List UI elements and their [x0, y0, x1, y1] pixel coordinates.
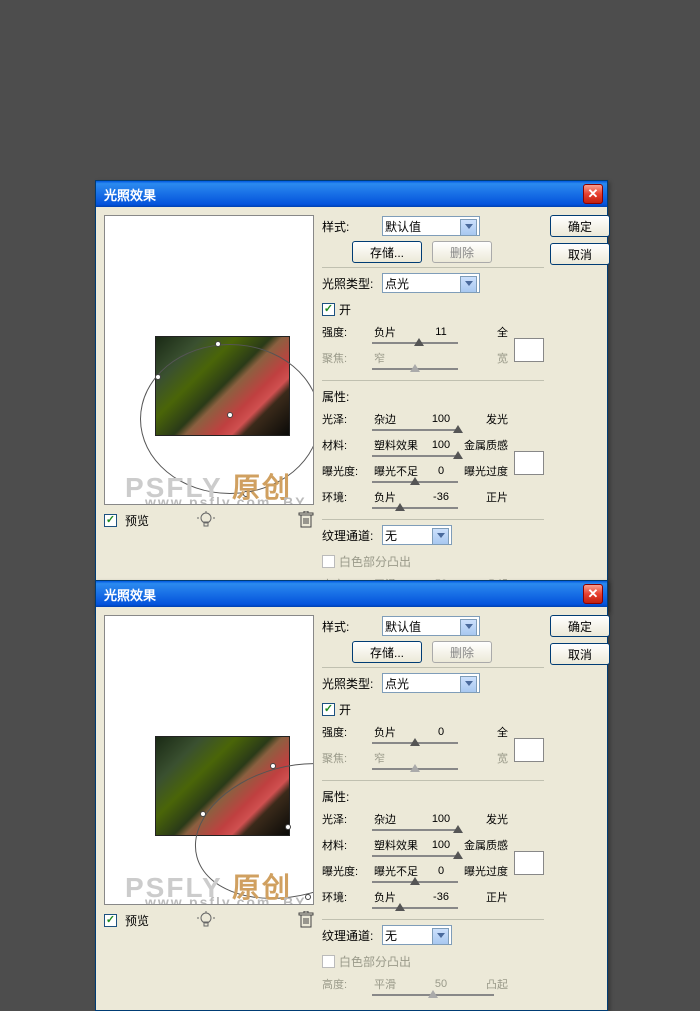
preview-label: 预览 [125, 912, 149, 929]
gloss-slider[interactable] [372, 829, 458, 831]
preview-checkbox[interactable] [104, 914, 117, 927]
watermark: www.psfly.com BY ARLEE [145, 494, 313, 505]
light-handle[interactable] [155, 374, 161, 380]
preview-column: PSFLY 原创教程 www.psfly.com BY ARLEE 预览 [104, 615, 314, 1002]
delete-button[interactable]: 删除 [432, 241, 492, 263]
watermark: www.psfly.com BY ARLEE [145, 894, 313, 905]
preview-frame[interactable]: PSFLY 原创教程 www.psfly.com BY ARLEE [104, 215, 314, 505]
preview-toolbar: 预览 [104, 511, 314, 529]
light-handle[interactable] [270, 763, 276, 769]
save-button[interactable]: 存储... [352, 641, 422, 663]
style-select[interactable]: 默认值 [382, 616, 480, 636]
preview-label: 预览 [125, 512, 149, 529]
exposure-label: 曝光度: [322, 463, 372, 479]
style-select[interactable]: 默认值 [382, 216, 480, 236]
texture-select[interactable]: 无 [382, 525, 452, 545]
exposure-slider[interactable] [372, 881, 458, 883]
on-label: 开 [339, 701, 351, 718]
height-slider [372, 994, 494, 996]
on-checkbox[interactable] [322, 703, 335, 716]
preview-checkbox[interactable] [104, 514, 117, 527]
focus-label: 聚焦: [322, 350, 372, 366]
light-color-swatch[interactable] [514, 338, 544, 362]
preview-column: PSFLY 原创教程 www.psfly.com BY ARLEE 预览 [104, 215, 314, 602]
ambience-color-swatch[interactable] [514, 451, 544, 475]
delete-button[interactable]: 删除 [432, 641, 492, 663]
properties-label: 属性: [322, 388, 349, 405]
light-color-swatch[interactable] [514, 738, 544, 762]
bulb-icon[interactable] [197, 511, 215, 529]
lighting-effects-dialog-1: 光照效果 ✕ PSFLY 原创教程 www.psfly.com BY ARLEE… [95, 180, 608, 611]
intensity-slider[interactable] [372, 342, 458, 344]
style-label: 样式: [322, 618, 378, 635]
close-icon[interactable]: ✕ [583, 584, 603, 604]
titlebar[interactable]: 光照效果 ✕ [96, 581, 607, 607]
close-icon[interactable]: ✕ [583, 184, 603, 204]
cancel-button[interactable]: 取消 [550, 243, 610, 265]
height-label: 高度: [322, 976, 372, 992]
dialog-body: PSFLY 原创教程 www.psfly.com BY ARLEE 预览 样式:… [96, 607, 607, 1010]
intensity-label: 强度: [322, 324, 372, 340]
controls-column: 样式: 默认值 存储... 删除 光照类型: 点光 开 强度:负片11全 [322, 215, 610, 602]
texture-label: 纹理通道: [322, 927, 378, 944]
save-button[interactable]: 存储... [352, 241, 422, 263]
material-slider[interactable] [372, 455, 458, 457]
light-handle[interactable] [285, 824, 291, 830]
ok-button[interactable]: 确定 [550, 615, 610, 637]
ambience-slider[interactable] [372, 507, 458, 509]
controls-column: 样式: 默认值 存储... 删除 光照类型: 点光 开 强度:负片0全 [322, 615, 610, 1002]
exposure-slider[interactable] [372, 481, 458, 483]
style-label: 样式: [322, 218, 378, 235]
light-type-select[interactable]: 点光 [382, 273, 480, 293]
titlebar[interactable]: 光照效果 ✕ [96, 181, 607, 207]
button-column: 确定 取消 [550, 215, 610, 602]
intensity-slider[interactable] [372, 742, 458, 744]
preview-toolbar: 预览 [104, 911, 314, 929]
white-high-label: 白色部分凸出 [339, 553, 411, 570]
white-high-checkbox [322, 555, 335, 568]
dialog-title: 光照效果 [104, 585, 583, 604]
light-type-label: 光照类型: [322, 275, 378, 292]
material-slider[interactable] [372, 855, 458, 857]
trash-icon[interactable] [298, 911, 314, 929]
focus-slider [372, 368, 458, 370]
dialog-title: 光照效果 [104, 185, 583, 204]
gloss-slider[interactable] [372, 429, 458, 431]
on-checkbox[interactable] [322, 303, 335, 316]
focus-slider [372, 768, 458, 770]
lighting-effects-dialog-2: 光照效果 ✕ PSFLY 原创教程 www.psfly.com BY ARLEE… [95, 580, 608, 1011]
light-type-select[interactable]: 点光 [382, 673, 480, 693]
bulb-icon[interactable] [197, 911, 215, 929]
controls: 样式: 默认值 存储... 删除 光照类型: 点光 开 强度:负片11全 [322, 215, 544, 602]
ambience-label: 环境: [322, 889, 372, 905]
white-high-label: 白色部分凸出 [339, 953, 411, 970]
gloss-label: 光泽: [322, 411, 372, 427]
button-column: 确定 取消 [550, 615, 610, 1002]
material-label: 材料: [322, 837, 372, 853]
light-handle[interactable] [200, 811, 206, 817]
texture-label: 纹理通道: [322, 527, 378, 544]
ok-button[interactable]: 确定 [550, 215, 610, 237]
material-label: 材料: [322, 437, 372, 453]
light-handle[interactable] [215, 341, 221, 347]
exposure-label: 曝光度: [322, 863, 372, 879]
cancel-button[interactable]: 取消 [550, 643, 610, 665]
on-label: 开 [339, 301, 351, 318]
gloss-label: 光泽: [322, 811, 372, 827]
ambience-label: 环境: [322, 489, 372, 505]
focus-label: 聚焦: [322, 750, 372, 766]
preview-frame[interactable]: PSFLY 原创教程 www.psfly.com BY ARLEE [104, 615, 314, 905]
ambience-slider[interactable] [372, 907, 458, 909]
light-handle[interactable] [227, 412, 233, 418]
ambience-color-swatch[interactable] [514, 851, 544, 875]
properties-label: 属性: [322, 788, 349, 805]
white-high-checkbox [322, 955, 335, 968]
texture-select[interactable]: 无 [382, 925, 452, 945]
intensity-label: 强度: [322, 724, 372, 740]
trash-icon[interactable] [298, 511, 314, 529]
light-type-label: 光照类型: [322, 675, 378, 692]
controls: 样式: 默认值 存储... 删除 光照类型: 点光 开 强度:负片0全 [322, 615, 544, 1002]
dialog-body: PSFLY 原创教程 www.psfly.com BY ARLEE 预览 样式:… [96, 207, 607, 610]
